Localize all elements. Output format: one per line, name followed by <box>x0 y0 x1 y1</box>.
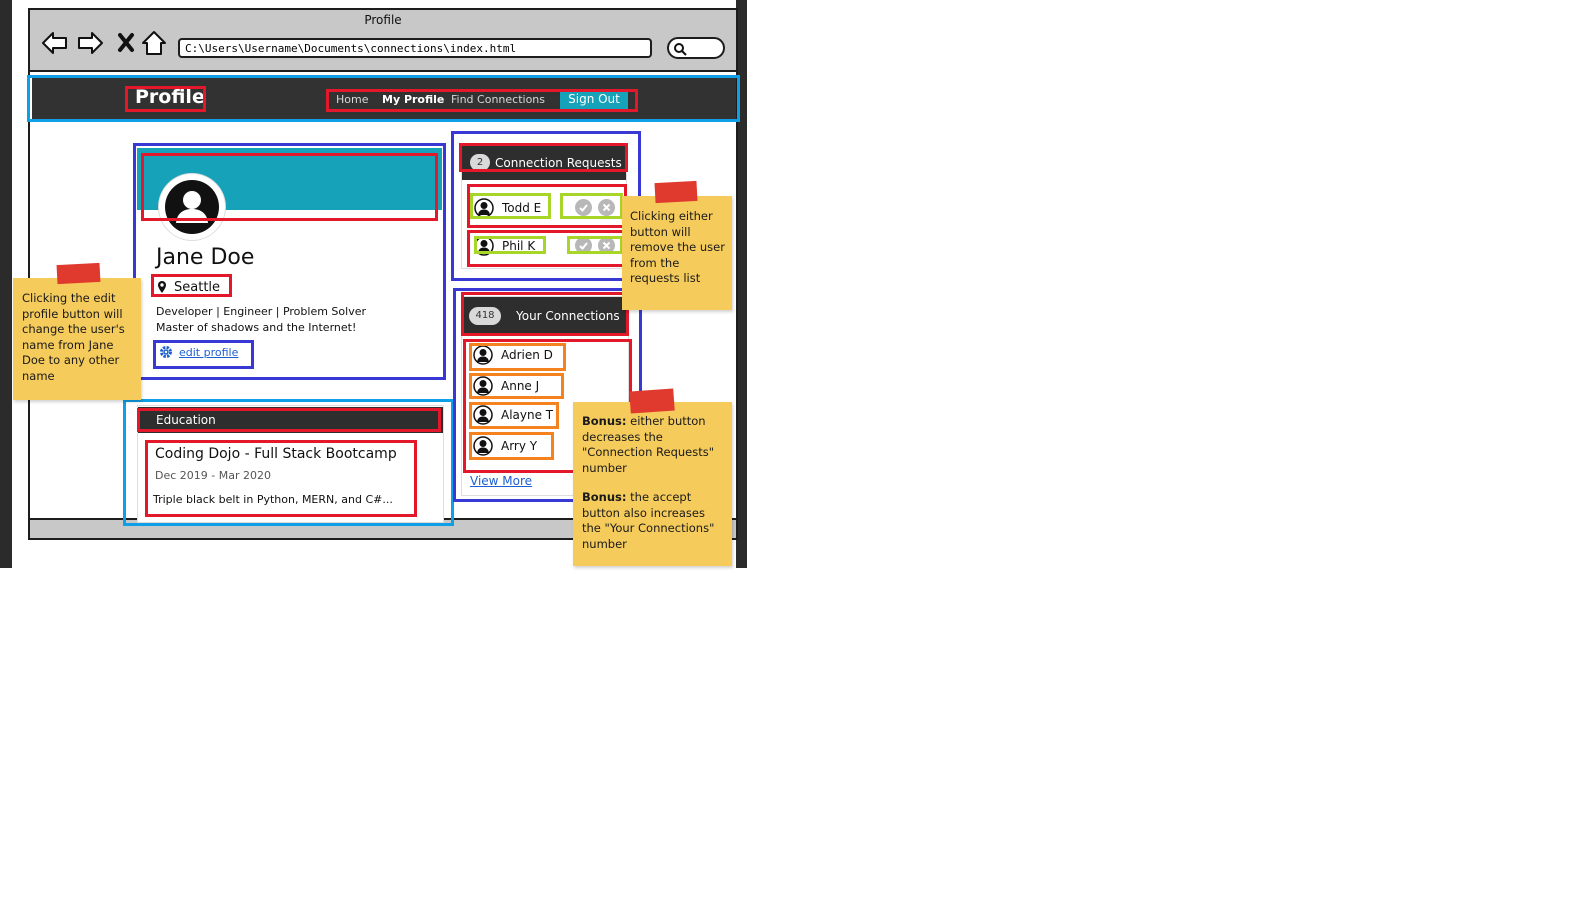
connection-item[interactable]: Arry Y <box>473 436 537 456</box>
address-bar[interactable] <box>178 38 652 58</box>
window-title: Profile <box>364 13 402 27</box>
view-more-link[interactable]: View More <box>470 474 532 488</box>
gear-icon <box>160 346 172 358</box>
connection-requests-header: 2 Connection Requests <box>462 144 626 180</box>
connection-name: Arry Y <box>501 439 538 453</box>
top-navbar: Profile Home My Profile Find Connections… <box>32 78 736 120</box>
connection-requests-count: 2 <box>470 154 490 171</box>
education-title: Education <box>156 413 216 427</box>
note-edit-profile-text: Clicking the edit profile button will ch… <box>22 291 125 383</box>
user-avatar-icon <box>473 345 493 365</box>
nav-link-find-connections[interactable]: Find Connections <box>451 93 545 106</box>
x-icon <box>602 203 611 212</box>
brand-title: Profile <box>135 86 205 108</box>
sticky-tape <box>629 388 675 414</box>
accept-request-button[interactable] <box>575 237 592 254</box>
user-avatar-icon <box>473 405 493 425</box>
request-name: Phil K <box>502 239 536 253</box>
note-bonus-2: Bonus: the accept button also increases … <box>582 490 724 552</box>
request-item-phil: Phil K <box>474 236 535 256</box>
connection-requests-title: Connection Requests <box>495 156 622 170</box>
check-icon <box>579 242 588 250</box>
sticky-note-edit-profile: Clicking the edit profile button will ch… <box>13 278 141 400</box>
search-button[interactable] <box>667 37 725 59</box>
home-icon[interactable] <box>139 30 169 56</box>
sticky-note-requests: Clicking either button will remove the u… <box>622 196 732 310</box>
user-avatar-icon <box>473 436 493 456</box>
profile-location: Seattle <box>157 278 220 296</box>
forward-arrow-icon[interactable] <box>76 30 106 56</box>
bonus-label: Bonus: <box>582 414 627 428</box>
user-avatar-icon <box>474 236 494 256</box>
education-card: Education Coding Dojo - Full Stack Bootc… <box>137 405 444 523</box>
connection-name: Anne J <box>501 379 540 393</box>
your-connections-count: 418 <box>469 307 501 325</box>
x-icon <box>602 241 611 250</box>
accept-request-button[interactable] <box>575 199 592 216</box>
request-item-todd: Todd E <box>474 198 541 218</box>
user-avatar-icon <box>159 174 225 240</box>
edit-profile-label: edit profile <box>179 345 239 359</box>
connection-name: Adrien D <box>501 348 553 362</box>
check-icon <box>579 204 588 212</box>
connection-name: Alayne T <box>501 408 554 422</box>
request-name: Todd E <box>502 201 542 215</box>
location-text: Seattle <box>174 279 221 295</box>
connection-item[interactable]: Anne J <box>473 376 539 396</box>
user-avatar-icon <box>474 198 494 218</box>
sticky-tape <box>654 180 698 204</box>
map-pin-icon <box>158 281 166 293</box>
bonus-label: Bonus: <box>582 490 627 504</box>
education-school: Coding Dojo - Full Stack Bootcamp <box>155 446 397 462</box>
education-description: Triple black belt in Python, MERN, and C… <box>153 493 393 506</box>
nav-link-home[interactable]: Home <box>336 93 368 106</box>
profile-bio-line-1: Developer | Engineer | Problem Solver <box>156 305 366 318</box>
browser-chrome: Profile <box>30 10 736 72</box>
profile-bio-line-2: Master of shadows and the Internet! <box>156 321 357 334</box>
edit-profile-button[interactable]: edit profile <box>159 345 238 359</box>
your-connections-header: 418 Your Connections <box>462 297 628 335</box>
back-arrow-icon[interactable] <box>39 30 69 56</box>
education-dates: Dec 2019 - Mar 2020 <box>155 469 271 482</box>
sticky-note-bonus: Bonus: either button decreases the "Conn… <box>573 402 732 566</box>
profile-name: Jane Doe <box>156 245 255 270</box>
your-connections-title: Your Connections <box>516 309 620 323</box>
decline-request-button[interactable] <box>598 199 615 216</box>
profile-card: Jane Doe Seattle Developer | Engineer | … <box>137 148 442 376</box>
note-bonus-1: Bonus: either button decreases the "Conn… <box>582 414 724 476</box>
sign-out-button[interactable]: Sign Out <box>560 90 628 109</box>
user-avatar-icon <box>473 376 493 396</box>
education-header: Education <box>138 407 443 433</box>
stop-x-icon[interactable] <box>111 30 141 56</box>
connection-item[interactable]: Adrien D <box>473 345 553 365</box>
search-icon <box>674 43 687 56</box>
connection-item[interactable]: Alayne T <box>473 405 553 425</box>
note-requests-text: Clicking either button will remove the u… <box>630 209 725 285</box>
decline-request-button[interactable] <box>598 237 615 254</box>
sticky-tape <box>56 262 101 285</box>
nav-link-my-profile[interactable]: My Profile <box>382 93 444 106</box>
